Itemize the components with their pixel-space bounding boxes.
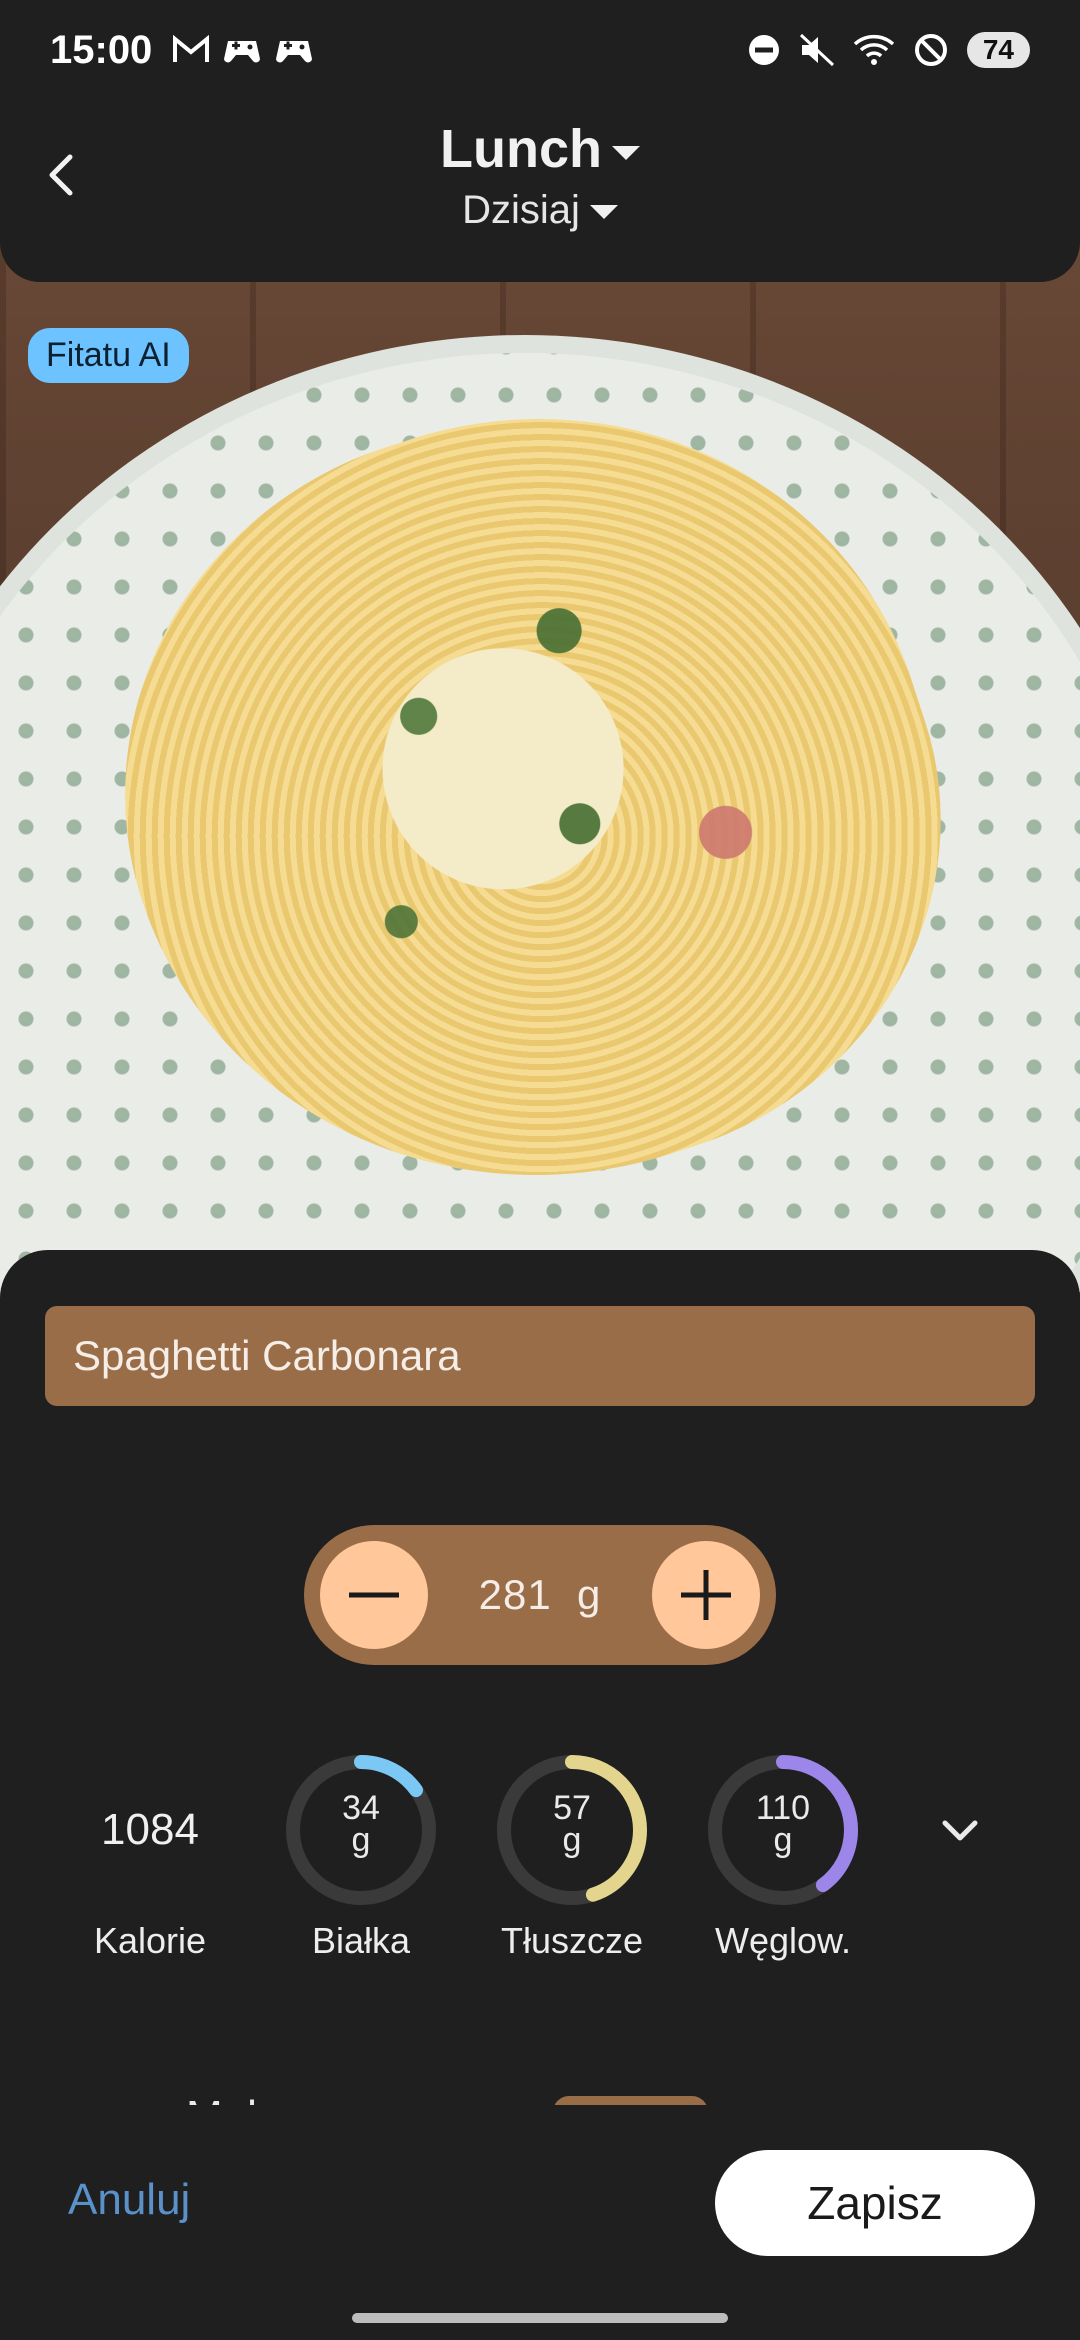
gmail-icon (173, 35, 210, 62)
calories-value: 1084 (101, 1805, 199, 1854)
chevron-down-icon (942, 1820, 978, 1841)
wifi-icon (853, 34, 895, 65)
caret-down-icon (611, 145, 640, 160)
mute-icon (799, 33, 834, 67)
caret-down-icon (589, 205, 618, 220)
meal-selector[interactable]: Lunch (0, 118, 1080, 180)
fat-value: 57 (553, 1789, 591, 1827)
ai-badge: Fitatu AI (28, 328, 189, 383)
carbs-block: 110 g Węglow. (703, 1750, 863, 1961)
protein-value: 34 (342, 1789, 380, 1827)
status-time: 15:00 (50, 27, 153, 72)
carbs-value: 110 (755, 1789, 811, 1827)
protein-block: 34 g Białka (281, 1750, 441, 1961)
expand-macros-button[interactable] (935, 1805, 985, 1855)
carbs-unit: g (773, 1821, 793, 1859)
cancel-button[interactable]: Anuluj (68, 2175, 190, 2225)
protein-unit: g (351, 1821, 371, 1859)
home-indicator (352, 2313, 728, 2323)
portion-value[interactable]: 281 g (479, 1571, 602, 1619)
game-icon (224, 41, 261, 63)
plus-icon (681, 1570, 731, 1620)
footer-bar: Anuluj Zapisz (0, 2105, 1080, 2295)
fat-block: 57 g Tłuszcze (492, 1750, 652, 1961)
macro-summary: 1084 Kalorie 34 g Białka 57 g Tłuszcze 1… (0, 1750, 1080, 1980)
day-selector[interactable]: Dzisiaj (0, 188, 1080, 233)
portion-stepper: 281 g (304, 1525, 776, 1665)
status-bar: 15:00 74 (0, 0, 1080, 100)
calories-label: Kalorie (93, 1920, 207, 1961)
meal-title: Lunch (440, 119, 602, 179)
product-name-field[interactable]: Spaghetti Carbonara (45, 1306, 1035, 1406)
save-button[interactable]: Zapisz (715, 2150, 1035, 2256)
decrease-button[interactable] (320, 1541, 428, 1649)
battery-level: 74 (966, 32, 1030, 68)
increase-button[interactable] (652, 1541, 760, 1649)
portion-unit: g (577, 1571, 602, 1618)
day-title: Dzisiaj (462, 188, 580, 232)
portion-amount: 281 (478, 1571, 552, 1618)
fat-label: Tłuszcze (500, 1920, 644, 1961)
game-icon (276, 41, 313, 63)
carbs-label: Węglow. (714, 1920, 852, 1961)
minus-icon (349, 1592, 399, 1598)
fat-unit: g (562, 1821, 582, 1859)
dnd-icon (748, 35, 779, 65)
protein-label: Białka (311, 1920, 411, 1961)
no-sim-icon (914, 34, 947, 66)
